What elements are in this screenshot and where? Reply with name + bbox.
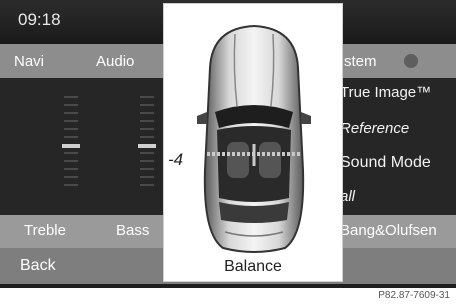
bass-slider-knob[interactable] [138,144,156,148]
tab-bass[interactable]: Bass [116,222,149,239]
menu-reference[interactable]: Reference [340,120,409,137]
clock: 09:18 [18,10,61,29]
menu-true-image[interactable]: True Image™ [340,84,431,101]
display-screen: 09:18 Navi Audio stem True Image™ Refere… [0,0,456,288]
balance-value: -4 [168,150,184,169]
treble-slider-knob[interactable] [62,144,80,148]
nav-item-navi[interactable]: Navi [14,53,44,70]
menu-sound-mode[interactable]: Sound Mode [340,154,431,172]
balance-label: Balance [224,258,282,275]
tab-treble[interactable]: Treble [24,222,66,239]
car-top-view-icon [197,24,311,253]
tab-bang-olufsen[interactable]: Bang&Olufsen [340,222,437,239]
figure-reference-code: P82.87-7609-31 [378,290,450,301]
status-dot-icon [404,54,418,68]
nav-item-system[interactable]: stem [344,53,377,70]
back-button[interactable]: Back [20,257,56,275]
nav-item-audio[interactable]: Audio [96,53,134,70]
